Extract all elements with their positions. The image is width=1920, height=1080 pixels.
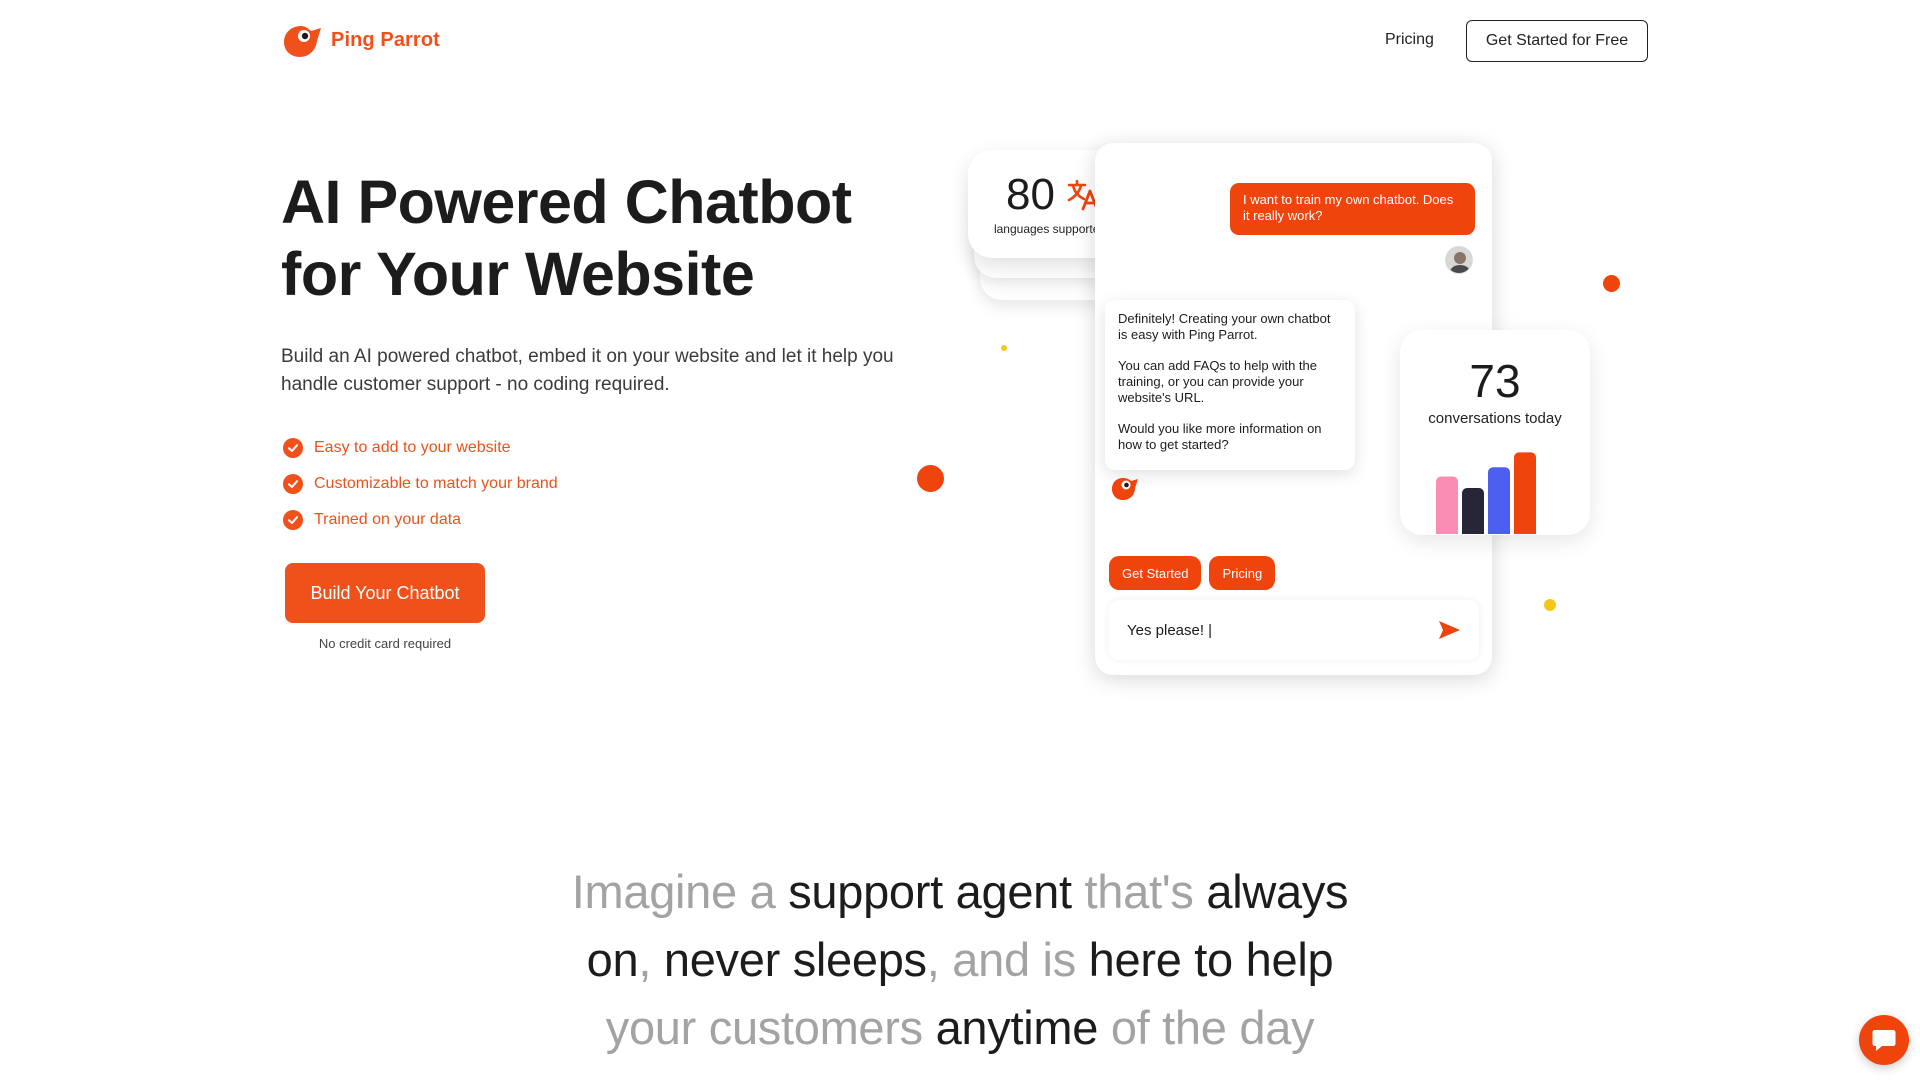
chat-widget-button[interactable] (1859, 1015, 1909, 1065)
feature-item: Customizable to match your brand (283, 466, 558, 502)
feature-label: Customizable to match your brand (314, 475, 558, 492)
hero-subtitle: Build an AI powered chatbot, embed it on… (281, 346, 894, 395)
chat-input-value[interactable]: Yes please! | (1127, 622, 1437, 639)
conversations-card: 73 conversations today (1400, 330, 1590, 535)
imagine-segment: your customers (605, 1001, 936, 1054)
brand-name: Ping Parrot (331, 29, 440, 51)
chat-bubble-icon (1872, 1030, 1896, 1051)
bot-message-bubble: Definitely! Creating your own chatbot is… (1105, 300, 1355, 470)
bot-message-paragraph: Definitely! Creating your own chatbot is… (1118, 311, 1331, 342)
feature-label: Trained on your data (314, 511, 462, 528)
bot-message-paragraph: You can add FAQs to help with the traini… (1118, 358, 1317, 405)
decorative-dot (917, 465, 944, 492)
bot-message-paragraph: Would you like more information on how t… (1118, 421, 1322, 452)
parrot-bot-avatar-icon (1112, 478, 1138, 500)
imagine-segment: anytime (935, 1001, 1099, 1054)
feature-list: Easy to add to your website Customizable… (283, 430, 558, 538)
parrot-logo-icon (284, 26, 321, 57)
build-chatbot-button[interactable]: Build Your Chatbot (285, 563, 485, 623)
user-message-bubble: I want to train my own chatbot. Does it … (1230, 183, 1475, 235)
no-credit-card-note: No credit card required (318, 636, 452, 651)
hero-title-line-2: for Your Website (281, 240, 755, 308)
quick-reply-group: Get Started Pricing (1109, 556, 1276, 590)
conversations-count: 73 (1469, 355, 1521, 407)
feature-label: Easy to add to your website (314, 439, 511, 456)
imagine-segment: never sleeps (663, 933, 927, 986)
hero-title-line-1: AI Powered Chatbot (281, 168, 852, 236)
imagine-statement: Imagine a support agent that's always on… (560, 858, 1360, 1062)
conversations-bar (1514, 452, 1536, 534)
feature-item: Easy to add to your website (283, 430, 558, 466)
conversations-bar-chart (1436, 452, 1536, 534)
user-avatar (1445, 246, 1473, 274)
quick-reply-pricing[interactable]: Pricing (1209, 556, 1276, 590)
decorative-dot (1001, 345, 1007, 351)
get-started-free-button[interactable]: Get Started for Free (1466, 20, 1648, 62)
feature-item: Trained on your data (283, 502, 558, 538)
check-circle-icon (283, 474, 303, 494)
imagine-segment: that's (1071, 865, 1207, 918)
brand-logo[interactable]: Ping Parrot (281, 22, 440, 59)
imagine-segment: , and is (926, 933, 1089, 986)
site-header: Ping Parrot Pricing Get Started for Free (0, 0, 1920, 82)
check-circle-icon (283, 510, 303, 530)
imagine-segment: here to help (1088, 933, 1334, 986)
hero-title: AI Powered Chatbot for Your Website (281, 166, 921, 310)
conversations-bar (1436, 476, 1458, 534)
conversations-bar (1488, 467, 1510, 534)
decorative-dot (1603, 275, 1620, 292)
imagine-segment: , (638, 933, 664, 986)
imagine-segment: support agent (788, 865, 1072, 918)
check-circle-icon (283, 438, 303, 458)
decorative-dot (1544, 599, 1556, 611)
imagine-segment: of the day (1098, 1001, 1315, 1054)
conversations-label: conversations today (1428, 410, 1562, 427)
languages-count: 80 (1006, 170, 1055, 219)
send-icon[interactable] (1437, 619, 1461, 641)
imagine-segment: Imagine a (571, 865, 789, 918)
nav-pricing-link[interactable]: Pricing (1385, 31, 1434, 49)
chat-message-input[interactable]: Yes please! | (1109, 600, 1479, 660)
quick-reply-get-started[interactable]: Get Started (1109, 556, 1202, 590)
conversations-bar (1462, 488, 1484, 534)
